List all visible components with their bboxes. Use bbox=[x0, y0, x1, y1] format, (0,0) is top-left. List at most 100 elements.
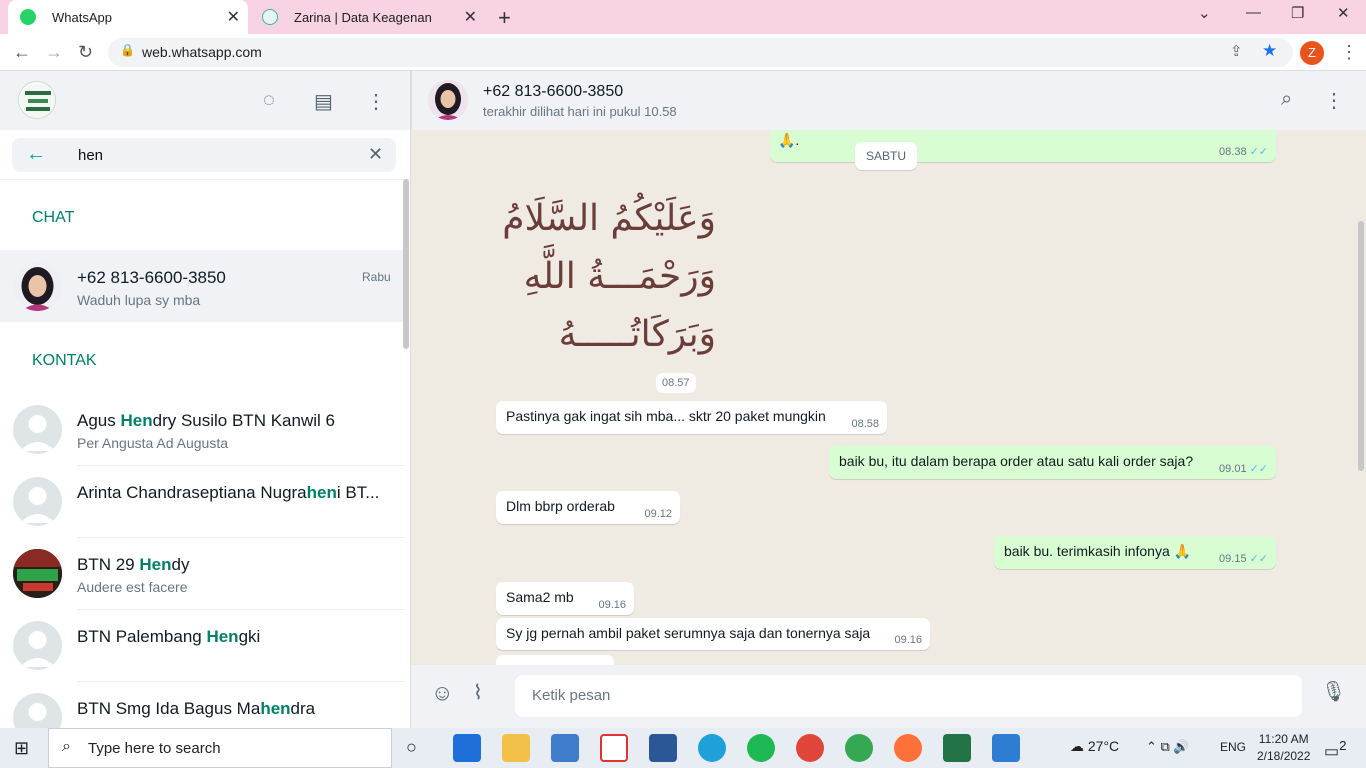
forward-icon[interactable]: → bbox=[45, 42, 63, 63]
notification-center-icon[interactable]: ▭2 bbox=[1324, 738, 1347, 761]
contact-row[interactable]: BTN 29 Hendy Audere est facere bbox=[0, 537, 404, 609]
task-view-icon[interactable]: ○ bbox=[406, 737, 417, 758]
chat-row[interactable]: +62 813-6600-3850 Waduh lupa sy mba Rabu bbox=[0, 250, 404, 322]
contact-row[interactable]: Arinta Chandraseptiana Nugraheni BT... bbox=[0, 465, 404, 537]
chat-title: +62 813-6600-3850 bbox=[77, 268, 226, 287]
conversation-header[interactable]: +62 813-6600-3850 terakhir dilihat hari … bbox=[411, 71, 1366, 130]
message-bubble-in[interactable]: Sama2 mb 09.16 bbox=[496, 582, 634, 615]
search-icon[interactable]: ⌕ bbox=[1281, 88, 1292, 111]
status-icon[interactable]: ◌ bbox=[263, 89, 275, 112]
default-avatar-icon bbox=[13, 477, 62, 526]
store-icon[interactable] bbox=[453, 734, 481, 762]
edge-icon[interactable] bbox=[698, 734, 726, 762]
sticker-line: وَرَحْمَـــةُ اللَّهِ bbox=[523, 256, 716, 297]
chat-time: Rabu bbox=[362, 270, 391, 284]
search-icon: ⌕ bbox=[62, 738, 71, 755]
default-avatar-icon bbox=[13, 621, 62, 670]
message-bubble-out[interactable]: 🙏. 08.38 ✓✓ bbox=[770, 130, 1276, 162]
close-tab-icon[interactable]: ✕ bbox=[464, 7, 477, 27]
taskbar-search[interactable]: ⌕ Type here to search bbox=[48, 728, 392, 768]
clock-time: 11:20 AM bbox=[1258, 732, 1309, 746]
message-bubble-out[interactable]: baik bu, itu dalam berapa order atau sat… bbox=[829, 446, 1276, 479]
tab-search-icon[interactable]: ⌄ bbox=[1198, 4, 1211, 22]
address-bar[interactable]: 🔒 web.whatsapp.com ⇪ ★ bbox=[108, 38, 1293, 67]
share-icon[interactable]: ⇪ bbox=[1230, 42, 1243, 60]
menu-icon[interactable]: ⋮ bbox=[1324, 88, 1344, 113]
emoji-icon[interactable]: ☺ bbox=[431, 680, 453, 706]
message-input[interactable]: Ketik pesan bbox=[515, 675, 1302, 717]
section-chat-heading: CHAT bbox=[32, 209, 75, 226]
sticker-image[interactable]: وَعَلَيْكُمُ السَّلَامُ وَرَحْمَـــةُ ال… bbox=[496, 190, 716, 360]
contact-name: Arinta Chandraseptiana Nugraheni BT... bbox=[77, 483, 380, 502]
chrome-profile-icon[interactable] bbox=[845, 734, 873, 762]
system-tray-icons[interactable]: ⌃ ⧉ 🔊 bbox=[1146, 739, 1190, 755]
message-time: 09.16 bbox=[598, 599, 626, 611]
mail-icon[interactable] bbox=[551, 734, 579, 762]
message-scrollbar[interactable] bbox=[1358, 221, 1364, 471]
new-tab-icon[interactable]: + bbox=[498, 5, 511, 31]
sticker-time: 08.57 bbox=[656, 373, 696, 393]
excel-icon[interactable] bbox=[943, 734, 971, 762]
windows-start-icon[interactable]: ⊞ bbox=[14, 738, 29, 759]
reload-icon[interactable]: ↻ bbox=[78, 42, 93, 63]
chrome-icon[interactable] bbox=[796, 734, 824, 762]
back-icon[interactable]: ← bbox=[13, 42, 31, 63]
attach-icon[interactable]: ⌇ bbox=[473, 680, 483, 705]
message-text: Dlm bbrp orderab bbox=[506, 498, 615, 514]
message-time: 09.15 ✓✓ bbox=[1219, 553, 1268, 565]
close-tab-icon[interactable]: ✕ bbox=[227, 7, 240, 27]
contact-name: BTN 29 Hendy bbox=[77, 555, 190, 574]
message-time: 08.58 bbox=[851, 418, 879, 430]
photos-icon[interactable] bbox=[992, 734, 1020, 762]
bookmark-star-icon[interactable]: ★ bbox=[1262, 41, 1277, 61]
tab-whatsapp[interactable]: WhatsApp ✕ bbox=[8, 0, 248, 34]
avatar bbox=[13, 262, 62, 311]
search-input[interactable]: ← hen ✕ bbox=[12, 138, 396, 172]
profile-avatar[interactable]: Z bbox=[1300, 41, 1324, 65]
section-contacts-heading: KONTAK bbox=[32, 352, 97, 369]
gift-icon[interactable] bbox=[600, 734, 628, 762]
message-placeholder: Ketik pesan bbox=[532, 687, 611, 704]
contact-row[interactable]: BTN Palembang Hengki bbox=[0, 609, 404, 681]
my-avatar[interactable] bbox=[18, 81, 56, 119]
back-arrow-icon[interactable]: ← bbox=[26, 143, 46, 166]
message-bubble-out[interactable]: baik bu. terimkasih infonya 🙏 09.15 ✓✓ bbox=[994, 536, 1276, 569]
word-icon[interactable] bbox=[649, 734, 677, 762]
microphone-icon[interactable]: 🎙 bbox=[1321, 679, 1346, 704]
file-explorer-icon[interactable] bbox=[502, 734, 530, 762]
new-chat-icon[interactable]: ▤ bbox=[314, 89, 333, 114]
message-text: Sama2 mb bbox=[506, 589, 574, 605]
contact-avatar[interactable] bbox=[428, 80, 468, 120]
weather-icon: ☁ bbox=[1070, 738, 1084, 754]
taskbar-search-placeholder: Type here to search bbox=[88, 740, 221, 757]
message-text: Pastinya gak ingat sih mba... sktr 20 pa… bbox=[506, 408, 826, 424]
tab-zarina[interactable]: Zarina | Data Keagenan ✕ bbox=[250, 0, 485, 34]
browser-toolbar: ← → ↻ 🔒 web.whatsapp.com ⇪ ★ bbox=[0, 34, 1366, 71]
clock[interactable]: 11:20 AM 2/18/2022 bbox=[1257, 731, 1310, 765]
spotify-icon[interactable] bbox=[747, 734, 775, 762]
menu-icon[interactable]: ⋮ bbox=[366, 89, 386, 114]
contact-row[interactable]: BTN Smg Ida Bagus Mahendra bbox=[0, 681, 404, 728]
weather-widget[interactable]: ☁ 27°C bbox=[1070, 738, 1119, 755]
read-ticks-icon: ✓✓ bbox=[1249, 553, 1268, 565]
restore-icon[interactable]: ❐ bbox=[1291, 4, 1304, 22]
day-separator: SABTU bbox=[855, 142, 918, 170]
browser-menu-icon[interactable]: ⋮ bbox=[1340, 42, 1358, 63]
language-indicator[interactable]: ENG bbox=[1220, 740, 1246, 754]
default-avatar-icon bbox=[13, 405, 62, 454]
composer-bar: ☺ ⌇ Ketik pesan 🎙 bbox=[411, 665, 1366, 728]
message-bubble-in[interactable]: Sy jg pernah ambil paket serumnya saja d… bbox=[496, 618, 930, 650]
message-bubble-in[interactable] bbox=[496, 655, 614, 665]
lock-icon[interactable]: 🔒 bbox=[120, 43, 135, 57]
minimize-icon[interactable]: — bbox=[1246, 4, 1261, 21]
contact-row[interactable]: Agus Hendry Susilo BTN Kanwil 6 Per Angu… bbox=[0, 393, 404, 465]
sidebar-header: ◌ ▤ ⋮ bbox=[0, 71, 410, 130]
close-window-icon[interactable]: ✕ bbox=[1337, 4, 1350, 22]
firefox-icon[interactable] bbox=[894, 734, 922, 762]
clear-search-icon[interactable]: ✕ bbox=[368, 144, 383, 165]
message-bubble-in[interactable]: Pastinya gak ingat sih mba... sktr 20 pa… bbox=[496, 401, 887, 434]
tab-label: Zarina | Data Keagenan bbox=[294, 9, 432, 25]
message-bubble-in[interactable]: Dlm bbrp orderab 09.12 bbox=[496, 491, 680, 524]
message-time: 08.38 ✓✓ bbox=[1219, 146, 1268, 158]
chat-list-scrollbar[interactable] bbox=[403, 179, 409, 349]
